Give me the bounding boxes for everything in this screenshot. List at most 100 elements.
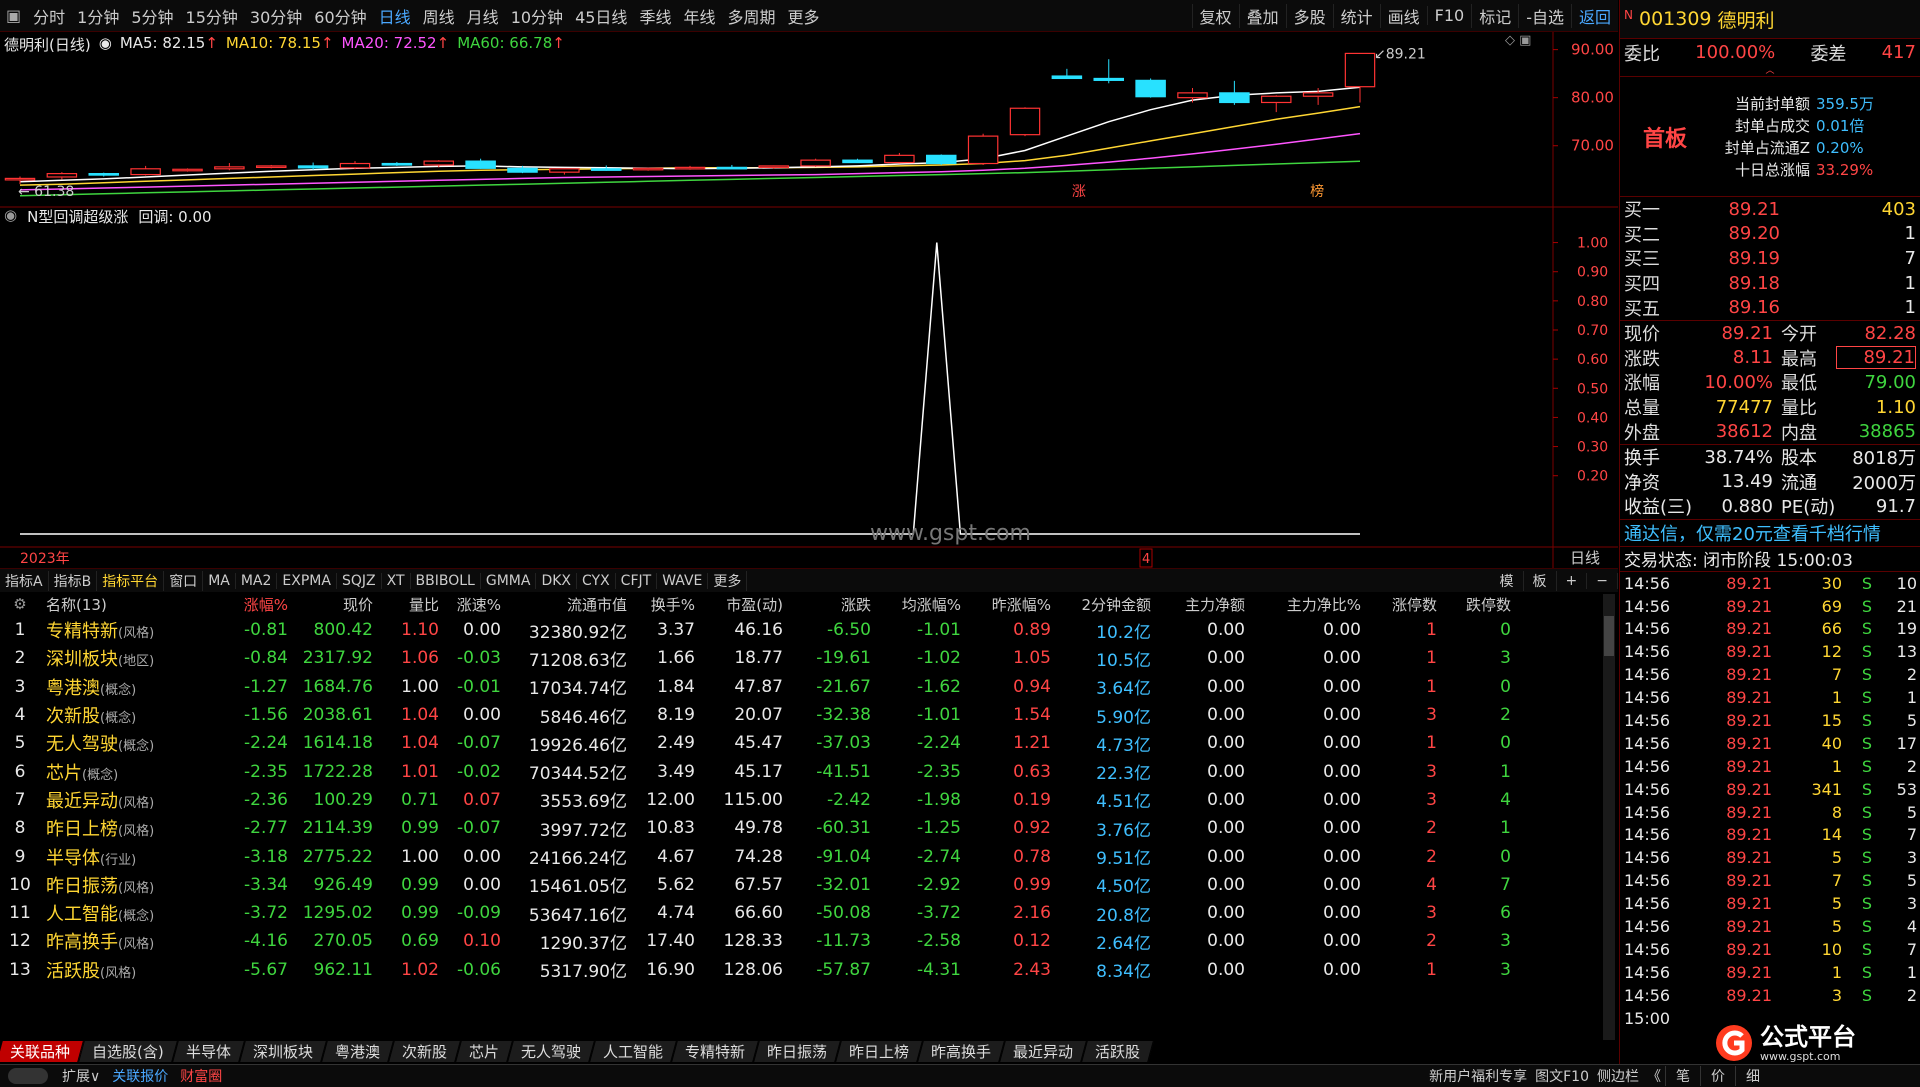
candle[interactable] (88, 173, 120, 176)
indicator-tab-1[interactable]: 指标B (49, 570, 98, 591)
sector-name[interactable]: 昨高换手 (46, 932, 118, 953)
indicator-tab-3[interactable]: 窗口 (164, 570, 204, 591)
bottom-right-1[interactable]: 图文F10 (1531, 1066, 1593, 1086)
indicator-tool-1[interactable]: 板 (1524, 570, 1557, 591)
sector-tab-11[interactable]: 昨日上榜 (836, 1040, 923, 1062)
candle[interactable] (130, 168, 161, 176)
table-scrollbar[interactable] (1603, 594, 1615, 1040)
sector-name[interactable]: 最近异动 (46, 791, 118, 812)
candle[interactable] (842, 159, 873, 164)
indicator-tool-0[interactable]: 模 (1491, 570, 1524, 591)
period-tab-6[interactable]: 日线 (373, 4, 417, 28)
period-tab-10[interactable]: 45日线 (569, 4, 633, 28)
column-header-14[interactable]: 主力净比% (1245, 594, 1361, 615)
bottom-left-2[interactable]: 财富圈 (174, 1066, 228, 1086)
indicator-tab-5[interactable]: MA2 (236, 572, 278, 589)
table-row[interactable]: 7 最近异动(风格) -2.36 100.29 0.71 0.07 3553.69亿 12.0… (0, 786, 1618, 814)
candle[interactable] (674, 166, 706, 170)
sector-name[interactable]: 次新股 (46, 706, 100, 727)
candle[interactable] (1219, 92, 1250, 104)
candle[interactable] (967, 135, 999, 165)
sector-name[interactable]: 昨日振荡 (46, 876, 118, 897)
candle[interactable] (884, 154, 915, 164)
column-header-7[interactable]: 换手% (627, 594, 695, 615)
sector-name-cell[interactable]: 专精特新(风格) (40, 617, 230, 643)
sector-tab-6[interactable]: 芯片 (455, 1040, 513, 1062)
sector-tab-label[interactable]: 深圳板块 (253, 1041, 313, 1062)
tool-button-7[interactable]: -自选 (1518, 3, 1571, 28)
sector-name-cell[interactable]: 昨日上榜(风格) (40, 815, 230, 841)
candle[interactable] (1093, 77, 1125, 81)
sector-tab-label[interactable]: 专精特新 (685, 1041, 745, 1062)
indicator-tab-2[interactable]: 指标平台 (97, 570, 165, 591)
bottom-left-0[interactable]: 扩展∨ (56, 1066, 106, 1086)
table-row[interactable]: 13 活跃股(风格) -5.67 962.11 1.02 -0.06 5317.90亿 16.… (0, 956, 1618, 984)
bottom-right-3[interactable]: 《 (1643, 1066, 1665, 1086)
sector-tab-3[interactable]: 深圳板块 (239, 1040, 327, 1062)
bottom-left-1[interactable]: 关联报价 (106, 1066, 174, 1086)
sector-name-cell[interactable]: 次新股(概念) (40, 702, 230, 728)
sector-tab-label[interactable]: 无人驾驶 (521, 1041, 581, 1062)
period-tab-13[interactable]: 多周期 (721, 4, 781, 28)
sector-name[interactable]: 深圳板块 (46, 649, 118, 670)
table-row[interactable]: 2 深圳板块(地区) -0.84 2317.92 1.06 -0.03 71208.63亿 1… (0, 644, 1618, 672)
table-row[interactable]: 1 专精特新(风格) -0.81 800.42 1.10 0.00 32380.92亿 3.3… (0, 616, 1618, 644)
candle[interactable] (172, 168, 203, 172)
sector-tab-label[interactable]: 活跃股 (1095, 1041, 1140, 1062)
sector-tab-1[interactable]: 自选股(含) (79, 1040, 178, 1062)
sector-tab-label[interactable]: 次新股 (402, 1041, 447, 1062)
sector-name[interactable]: 粤港澳 (46, 678, 100, 699)
sector-tab-label[interactable]: 昨日上榜 (849, 1041, 909, 1062)
sector-tab-10[interactable]: 昨日振荡 (754, 1040, 841, 1062)
table-row[interactable]: 3 粤港澳(概念) -1.27 1684.76 1.00 -0.01 17034.74亿 1.… (0, 673, 1618, 701)
sector-tab-13[interactable]: 最近异动 (1000, 1040, 1087, 1062)
sector-name[interactable]: 半导体 (46, 848, 100, 869)
tool-button-4[interactable]: 画线 (1379, 3, 1427, 28)
candle[interactable] (423, 160, 455, 166)
sector-name[interactable]: 昨日上榜 (46, 819, 118, 840)
chart-area[interactable]: 90.00 80.00 70.00 ↙89.21 ← 61.38 涨 榜 1.00 0.90 0.… (0, 32, 1618, 568)
sector-name-cell[interactable]: 最近异动(风格) (40, 787, 230, 813)
indicator-tab-11[interactable]: DKX (536, 572, 577, 589)
sector-name[interactable]: 活跃股 (46, 961, 100, 982)
sector-name-cell[interactable]: 深圳板块(地区) (40, 645, 230, 671)
candle[interactable] (1260, 95, 1292, 104)
column-header-15[interactable]: 涨停数 (1361, 594, 1437, 615)
candle[interactable] (1009, 107, 1041, 136)
tick-tab-1[interactable]: 价 (1700, 1066, 1735, 1086)
column-header-3[interactable]: 现价 (288, 594, 373, 615)
table-row[interactable]: 11 人工智能(概念) -3.72 1295.02 0.99 -0.09 53647.16亿… (0, 899, 1618, 927)
column-header-9[interactable]: 涨跌 (783, 594, 871, 615)
sector-name[interactable]: 芯片 (46, 763, 82, 784)
sector-name-cell[interactable]: 粤港澳(概念) (40, 674, 230, 700)
sector-tab-12[interactable]: 昨高换手 (918, 1040, 1005, 1062)
column-header-13[interactable]: 主力净额 (1151, 594, 1245, 615)
sector-tab-label[interactable]: 最近异动 (1013, 1041, 1073, 1062)
sector-tab-label[interactable]: 昨日振荡 (767, 1041, 827, 1062)
candle[interactable] (297, 165, 329, 169)
candle[interactable] (925, 154, 957, 165)
candle[interactable] (381, 162, 413, 166)
indicator-tab-13[interactable]: CFJT (616, 572, 658, 589)
indicator-tab-9[interactable]: BBIBOLL (411, 572, 481, 589)
column-header-11[interactable]: 昨涨幅% (961, 594, 1051, 615)
bottom-right-2[interactable]: 侧边栏 (1593, 1066, 1643, 1086)
sector-name-cell[interactable]: 活跃股(风格) (40, 957, 230, 983)
indicator-tab-12[interactable]: CYX (577, 572, 616, 589)
sector-tab-label[interactable]: 关联品种 (10, 1041, 70, 1062)
sector-name[interactable]: 专精特新 (46, 621, 118, 642)
sector-tab-label[interactable]: 粤港澳 (335, 1041, 380, 1062)
sector-tab-0[interactable]: 关联品种 (0, 1040, 84, 1062)
promo-banner[interactable]: 通达信，仅需20元查看千档行情 (1620, 518, 1920, 546)
scroll-thumb[interactable] (1604, 616, 1614, 656)
column-header-4[interactable]: 量比 (373, 594, 439, 615)
table-row[interactable]: 4 次新股(概念) -1.56 2038.61 1.04 0.00 5846.46亿 8.19… (0, 701, 1618, 729)
tool-button-0[interactable]: 复权 (1191, 3, 1239, 28)
tick-tab-2[interactable]: 细 (1735, 1066, 1770, 1086)
period-tab-3[interactable]: 15分钟 (180, 4, 244, 28)
sector-tab-7[interactable]: 无人驾驶 (507, 1040, 595, 1062)
candle[interactable] (46, 173, 78, 178)
indicator-tool-2[interactable]: + (1557, 572, 1588, 589)
indicator-tab-4[interactable]: MA (203, 572, 236, 589)
sector-name[interactable]: 无人驾驶 (46, 734, 118, 755)
